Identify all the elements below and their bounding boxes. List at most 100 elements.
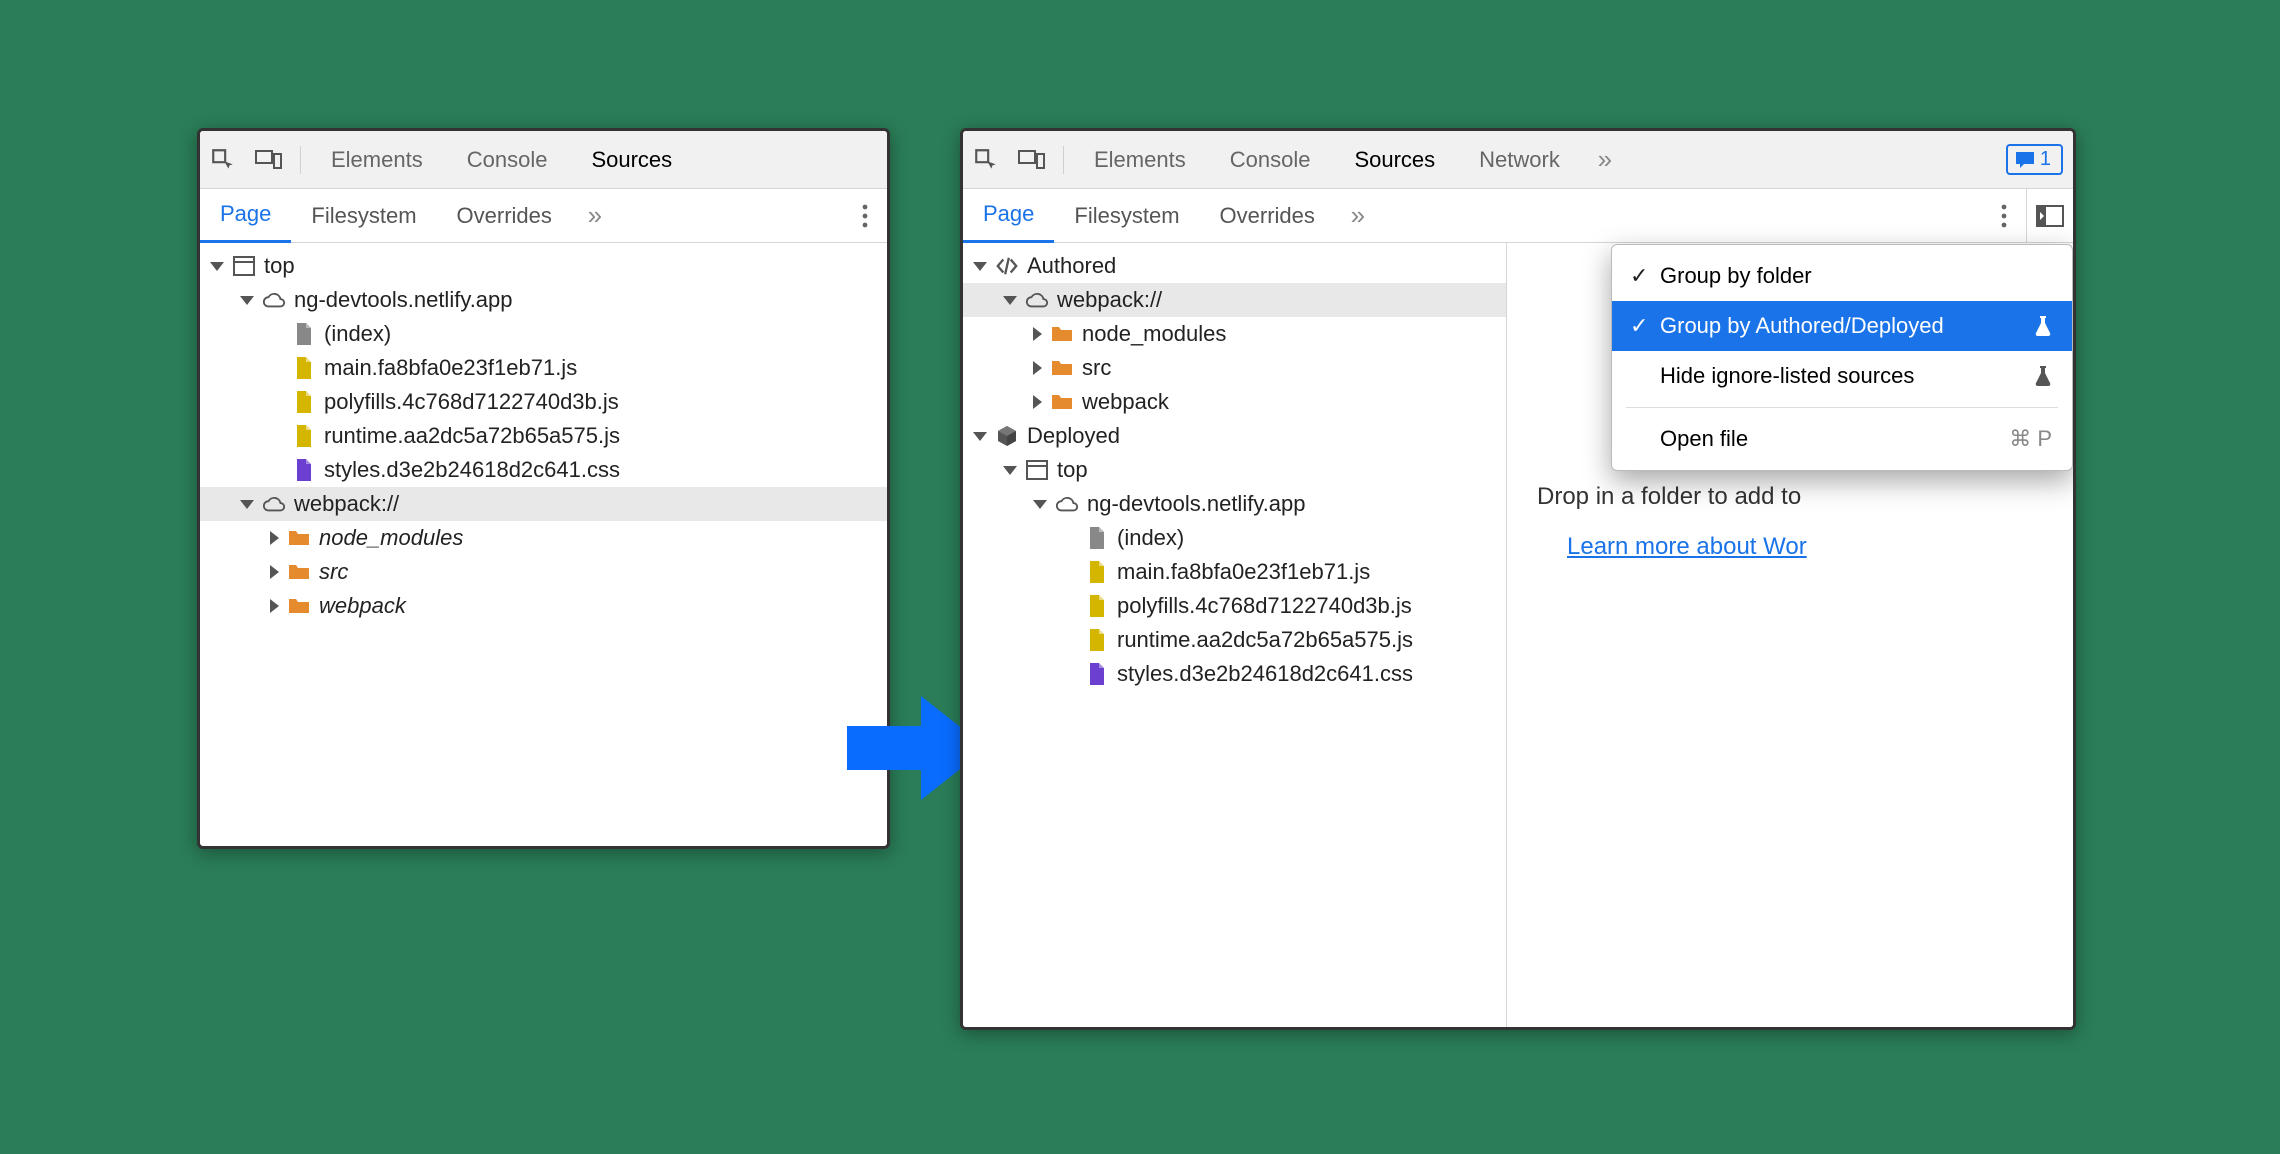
tree-label: src [1082, 355, 1111, 381]
tab-elements[interactable]: Elements [309, 131, 445, 189]
learn-more-link[interactable]: Learn more about Wor [1567, 533, 1807, 561]
chevron-down-icon[interactable] [1003, 296, 1017, 305]
menu-group-by-authored-deployed[interactable]: ✓ Group by Authored/Deployed [1612, 301, 2072, 351]
kebab-menu-icon[interactable] [1982, 204, 2026, 228]
experiment-flask-icon [2034, 366, 2052, 386]
tab-sources[interactable]: Sources [569, 131, 694, 189]
device-toggle-icon[interactable] [246, 137, 292, 183]
tree-row[interactable]: runtime.aa2dc5a72b65a575.js [963, 623, 1506, 657]
tree-row[interactable]: styles.d3e2b24618d2c641.css [200, 453, 887, 487]
menu-hide-ignore-listed[interactable]: Hide ignore-listed sources [1612, 351, 2072, 401]
chevron-down-icon[interactable] [1033, 500, 1047, 509]
tree-row[interactable]: top [200, 249, 887, 283]
kebab-menu-icon[interactable] [843, 204, 887, 228]
tab-network[interactable]: Network [1457, 131, 1582, 189]
tree-row[interactable]: styles.d3e2b24618d2c641.css [963, 657, 1506, 691]
subtab-filesystem[interactable]: Filesystem [291, 189, 436, 243]
doc-gray-icon [292, 322, 316, 346]
chevron-right-icon[interactable] [1033, 395, 1042, 409]
subtab-overrides[interactable]: Overrides [1200, 189, 1335, 243]
chevron-down-icon[interactable] [1003, 466, 1017, 475]
tree-row[interactable]: ng-devtools.netlify.app [200, 283, 887, 317]
chevron-down-icon[interactable] [240, 296, 254, 305]
tree-row[interactable]: node_modules [200, 521, 887, 555]
tree-label: Authored [1027, 253, 1116, 279]
tree-row[interactable]: webpack:// [200, 487, 887, 521]
show-navigator-icon[interactable] [2027, 193, 2073, 239]
tree-label: Deployed [1027, 423, 1120, 449]
tree-row[interactable]: webpack [963, 385, 1506, 419]
tree-row[interactable]: Deployed [963, 419, 1506, 453]
tree-row[interactable]: webpack [200, 589, 887, 623]
chevron-right-icon[interactable] [1033, 361, 1042, 375]
inspect-icon[interactable] [200, 137, 246, 183]
chevron-right-icon[interactable] [270, 565, 279, 579]
tree-row[interactable]: src [963, 351, 1506, 385]
tab-console[interactable]: Console [1208, 131, 1333, 189]
check-icon: ✓ [1630, 263, 1660, 289]
tree-row[interactable]: Authored [963, 249, 1506, 283]
context-menu: ✓ Group by folder ✓ Group by Authored/De… [1611, 244, 2073, 471]
tree-row[interactable]: top [963, 453, 1506, 487]
device-toggle-icon[interactable] [1009, 137, 1055, 183]
chevron-right-icon[interactable] [270, 531, 279, 545]
subtab-page[interactable]: Page [200, 189, 291, 243]
chevron-down-icon[interactable] [973, 432, 987, 441]
tree-row[interactable]: main.fa8bfa0e23f1eb71.js [963, 555, 1506, 589]
check-icon: ✓ [1630, 313, 1660, 339]
top-toolbar: Elements Console Sources Network » 1 [963, 131, 2073, 189]
tree-label: node_modules [319, 525, 463, 551]
folder-icon [1050, 390, 1074, 414]
tree-label: top [1057, 457, 1088, 483]
menu-open-file[interactable]: Open file ⌘ P [1612, 414, 2072, 464]
more-tabs-icon[interactable]: » [1335, 193, 1381, 239]
editor-pane: ✓ Group by folder ✓ Group by Authored/De… [1507, 243, 2073, 1027]
inspect-icon[interactable] [963, 137, 1009, 183]
tree-row[interactable]: main.fa8bfa0e23f1eb71.js [200, 351, 887, 385]
subtab-page[interactable]: Page [963, 189, 1054, 243]
tree-row[interactable]: runtime.aa2dc5a72b65a575.js [200, 419, 887, 453]
tree-row[interactable]: ng-devtools.netlify.app [963, 487, 1506, 521]
tab-console[interactable]: Console [445, 131, 570, 189]
tree-row[interactable]: node_modules [963, 317, 1506, 351]
file-tree[interactable]: top ng-devtools.netlify.app(index) main.fa… [200, 243, 887, 629]
issues-badge[interactable]: 1 [2006, 144, 2063, 175]
subtab-filesystem[interactable]: Filesystem [1054, 189, 1199, 243]
tab-elements[interactable]: Elements [1072, 131, 1208, 189]
tree-row[interactable]: polyfills.4c768d7122740d3b.js [200, 385, 887, 419]
tree-label: webpack [319, 593, 406, 619]
tree-label: webpack:// [294, 491, 399, 517]
tree-label: top [264, 253, 295, 279]
menu-separator [1626, 407, 2058, 408]
file-tree[interactable]: Authored webpack://node_modulessrc webpack… [963, 243, 1507, 1027]
menu-group-by-folder[interactable]: ✓ Group by folder [1612, 251, 2072, 301]
tree-label: polyfills.4c768d7122740d3b.js [324, 389, 619, 415]
subtab-overrides[interactable]: Overrides [437, 189, 572, 243]
tree-row[interactable]: webpack:// [963, 283, 1506, 317]
chevron-down-icon[interactable] [240, 500, 254, 509]
chevron-right-icon[interactable] [270, 599, 279, 613]
toolbar-separator [300, 146, 301, 174]
cloud-icon [1025, 288, 1049, 312]
chevron-down-icon[interactable] [210, 262, 224, 271]
tree-row[interactable]: (index) [963, 521, 1506, 555]
chevron-down-icon[interactable] [973, 262, 987, 271]
tab-sources[interactable]: Sources [1332, 131, 1457, 189]
frame-icon [232, 254, 256, 278]
more-tabs-icon[interactable]: » [572, 193, 618, 239]
tree-row[interactable]: polyfills.4c768d7122740d3b.js [963, 589, 1506, 623]
menu-item-label: Hide ignore-listed sources [1660, 363, 2026, 389]
tree-label: runtime.aa2dc5a72b65a575.js [1117, 627, 1413, 653]
chevron-right-icon[interactable] [1033, 327, 1042, 341]
tree-row[interactable]: (index) [200, 317, 887, 351]
tree-row[interactable]: src [200, 555, 887, 589]
drop-folder-hint: Drop in a folder to add to [1537, 483, 2073, 511]
folder-icon [287, 594, 311, 618]
toolbar-separator [1063, 146, 1064, 174]
tree-label: src [319, 559, 348, 585]
doc-js-icon [1085, 594, 1109, 618]
more-tabs-icon[interactable]: » [1582, 137, 1628, 183]
experiment-flask-icon [2034, 316, 2052, 336]
menu-item-label: Open file [1660, 426, 1997, 452]
tree-label: main.fa8bfa0e23f1eb71.js [324, 355, 577, 381]
